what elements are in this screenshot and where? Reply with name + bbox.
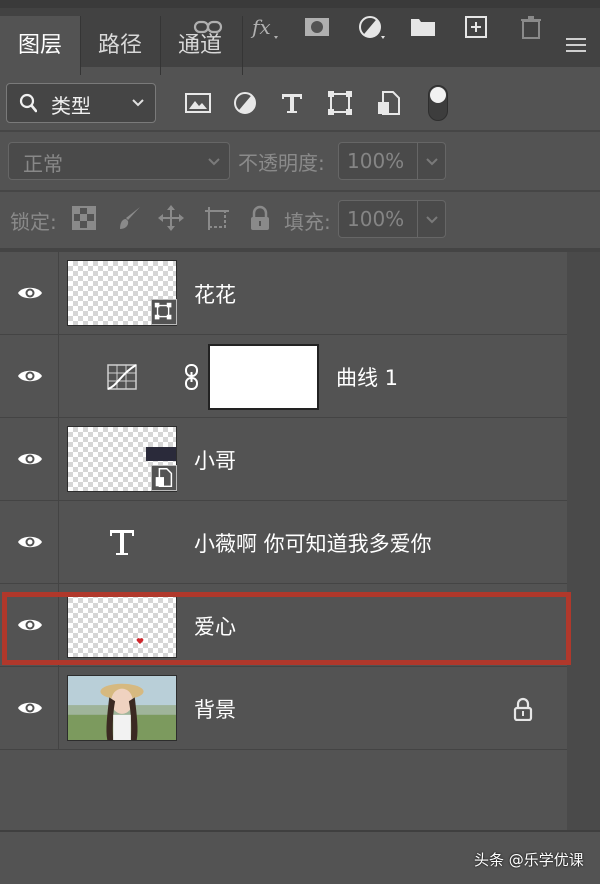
chevron-down-icon xyxy=(426,216,438,224)
layer-mask-thumbnail[interactable] xyxy=(208,344,319,410)
tab-paths[interactable]: 路径 xyxy=(80,16,160,75)
lock-icon xyxy=(513,697,533,721)
panel-menu-icon[interactable] xyxy=(566,38,586,52)
filter-toggle-switch[interactable] xyxy=(428,85,448,121)
opacity-label: 不透明度: xyxy=(238,151,325,175)
chevron-down-icon xyxy=(208,158,220,166)
layers-empty-area xyxy=(0,753,567,830)
lock-position-icon[interactable] xyxy=(157,204,185,232)
smart-object-badge-icon xyxy=(151,299,177,325)
fill-label: 填充: xyxy=(284,210,331,234)
fill-dropdown[interactable] xyxy=(418,200,446,238)
panel-tab-bar: 图层 路径 通道 xyxy=(0,0,600,75)
prevent-auto-nesting-icon[interactable] xyxy=(203,204,231,232)
layer-name: 曲线 1 xyxy=(336,366,399,390)
chevron-down-icon xyxy=(426,158,438,166)
layer-row[interactable]: 曲线 1 xyxy=(0,335,567,418)
layer-name: 小哥 xyxy=(194,449,236,473)
text-layer-icon xyxy=(110,530,134,555)
visibility-eye-icon[interactable] xyxy=(17,699,43,717)
lock-all-icon[interactable] xyxy=(246,204,274,232)
layer-filter-dropdown[interactable]: 类型 xyxy=(6,83,156,123)
visibility-eye-icon[interactable] xyxy=(17,533,43,551)
opacity-input[interactable]: 100% xyxy=(338,142,418,180)
link-layers-icon[interactable] xyxy=(193,14,223,40)
background-photo-thumbnail xyxy=(67,675,177,741)
fx-layer-style-icon[interactable]: fx xyxy=(250,14,280,40)
layer-name: 小薇啊 你可知道我多爱你 xyxy=(194,532,432,556)
highlight-outline xyxy=(2,592,571,665)
new-layer-icon[interactable] xyxy=(463,14,491,40)
mask-link-icon[interactable] xyxy=(183,363,201,391)
visibility-eye-icon[interactable] xyxy=(17,367,43,385)
layers-panel: 图层 路径 通道 类型 正常 不透明度: 100% 锁定: 填充: 100% 花… xyxy=(0,0,600,884)
add-mask-icon[interactable] xyxy=(303,14,331,40)
delete-layer-trash-icon[interactable] xyxy=(518,14,544,40)
type-layer-filter-icon[interactable] xyxy=(277,88,307,118)
layer-row[interactable]: 小薇啊 你可知道我多爱你 xyxy=(0,501,567,584)
visibility-eye-icon[interactable] xyxy=(17,284,43,302)
shape-layer-filter-icon[interactable] xyxy=(325,88,355,118)
tab-layers[interactable]: 图层 xyxy=(0,16,80,75)
smart-object-filter-icon[interactable] xyxy=(374,88,404,118)
fill-input[interactable]: 100% xyxy=(338,200,418,238)
watermark-text: 头条 @乐学优课 xyxy=(474,851,584,869)
new-group-folder-icon[interactable] xyxy=(409,14,437,40)
layer-row[interactable]: 小哥 xyxy=(0,418,567,501)
layer-name: 花花 xyxy=(194,283,236,307)
new-adjustment-layer-icon[interactable] xyxy=(357,14,387,40)
lock-transparent-pixels-icon[interactable] xyxy=(70,204,98,232)
lock-image-pixels-icon[interactable] xyxy=(116,204,144,232)
search-icon xyxy=(19,93,37,113)
visibility-eye-icon[interactable] xyxy=(17,450,43,468)
layer-name: 背景 xyxy=(194,698,236,722)
opacity-dropdown[interactable] xyxy=(418,142,446,180)
layer-row[interactable]: 花花 xyxy=(0,252,567,335)
layers-scrollbar[interactable] xyxy=(567,252,600,830)
layer-row[interactable]: 背景 xyxy=(0,667,567,750)
lock-label: 锁定: xyxy=(10,210,57,234)
chevron-down-icon xyxy=(132,99,144,107)
svg-text:fx: fx xyxy=(250,15,271,39)
smart-object-badge-icon xyxy=(151,465,177,491)
pixel-layer-filter-icon[interactable] xyxy=(183,88,213,118)
blend-mode-label: 正常 xyxy=(23,152,63,176)
adjustment-layer-filter-icon[interactable] xyxy=(230,88,260,118)
curves-adjustment-icon xyxy=(107,364,137,390)
blend-mode-dropdown[interactable]: 正常 xyxy=(8,142,230,180)
filter-label: 类型 xyxy=(51,94,91,118)
